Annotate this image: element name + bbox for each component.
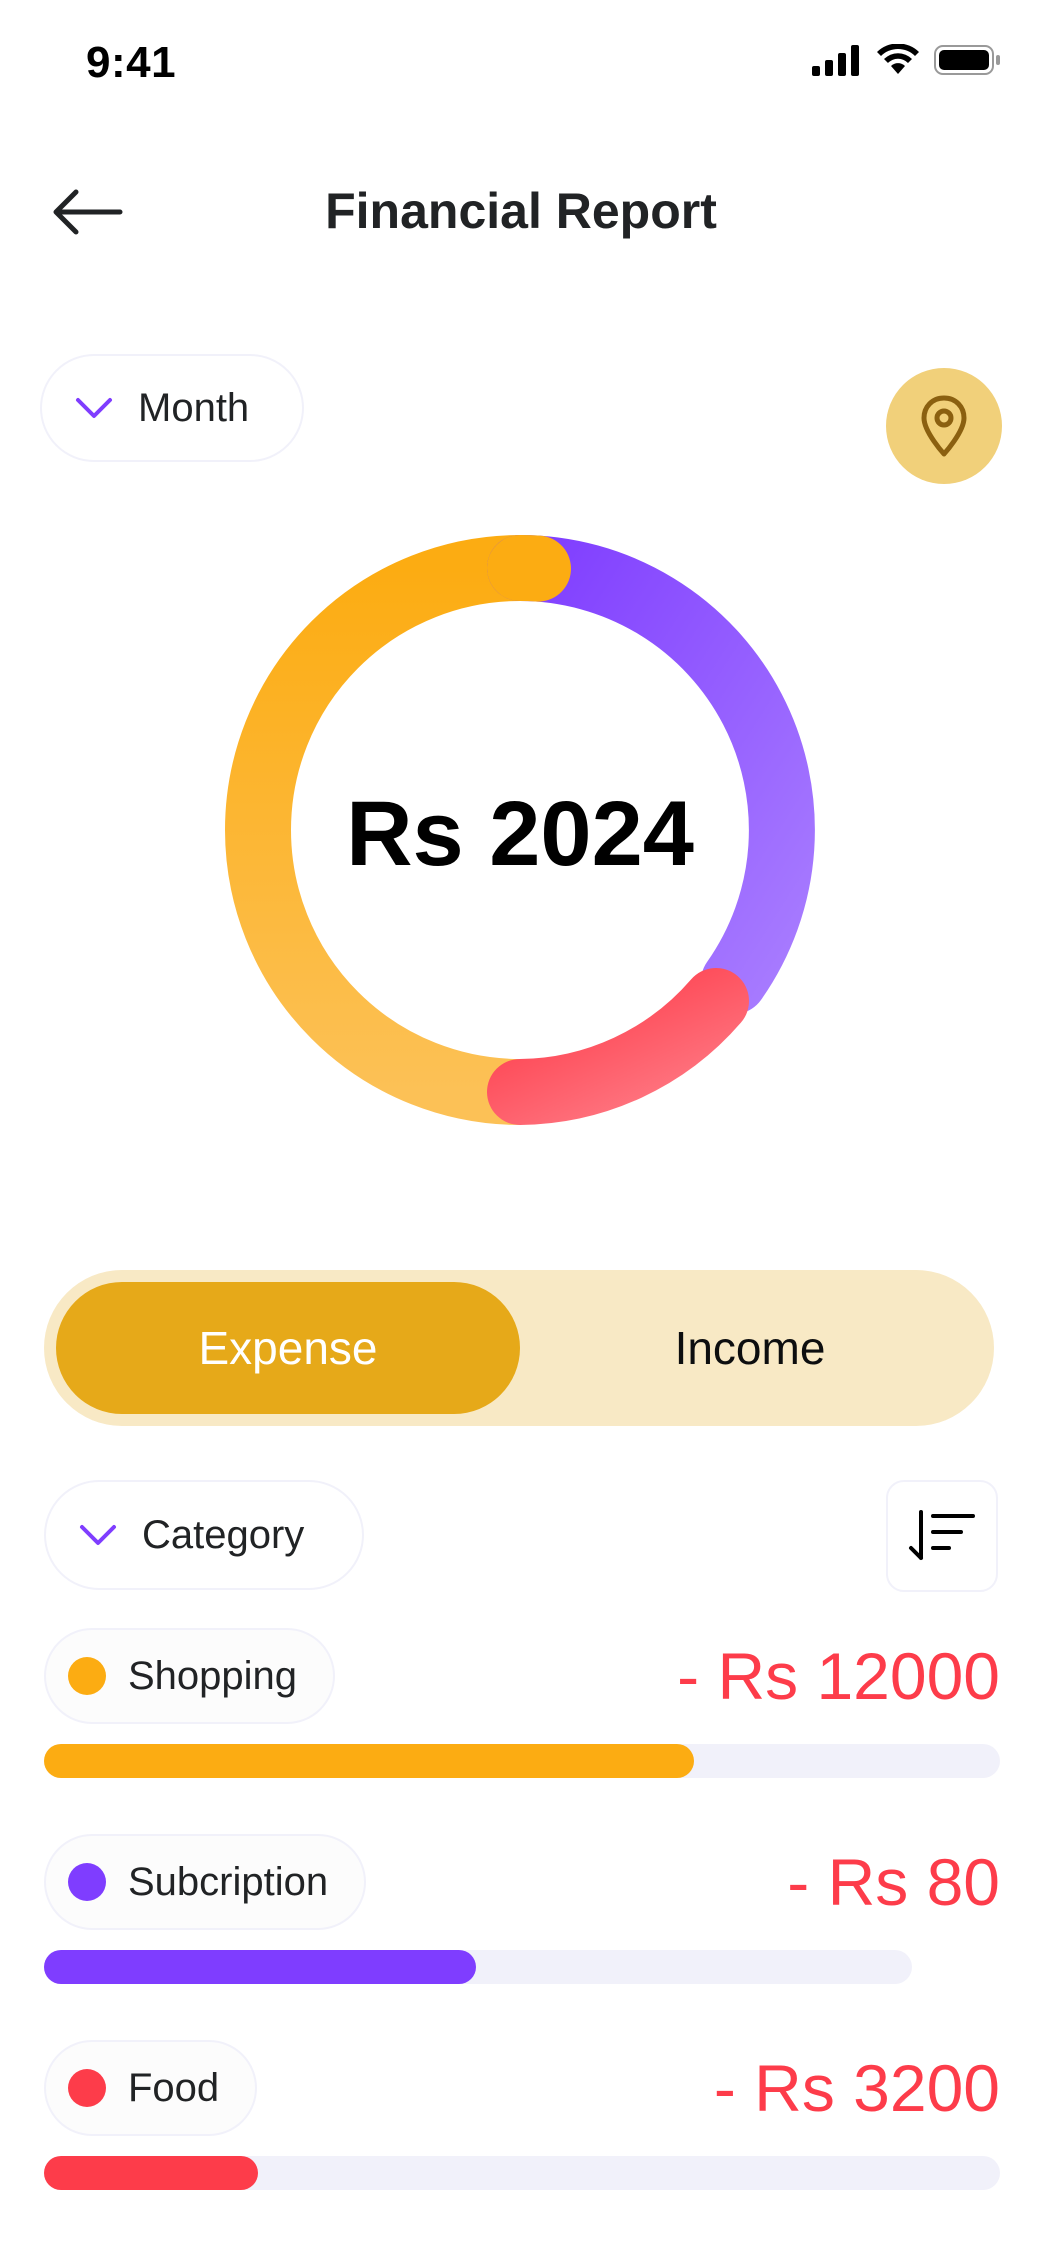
progress-fill-subscription: [44, 1950, 476, 1984]
expense-tab[interactable]: Expense: [56, 1282, 520, 1414]
category-dropdown[interactable]: Category: [44, 1480, 364, 1590]
category-dot-shopping: [68, 1657, 106, 1695]
income-tab[interactable]: Income: [518, 1282, 982, 1414]
category-dot-subscription: [68, 1863, 106, 1901]
page-title: Financial Report: [325, 183, 717, 239]
expense-income-toggle: Expense Income: [44, 1270, 994, 1426]
category-amount: - Rs 12000: [677, 1639, 1000, 1713]
header: Financial Report: [0, 160, 1042, 260]
battery-icon: [934, 45, 1000, 75]
donut-segment-subscription: [487, 535, 815, 1014]
category-name: Subcription: [128, 1859, 329, 1904]
progress-track: [44, 1744, 1000, 1778]
category-row-subscription[interactable]: Subcription - Rs 80: [44, 1834, 1000, 1984]
chevron-down-icon: [80, 1525, 116, 1545]
category-dot-food: [68, 2069, 106, 2107]
donut-cap-shopping: [487, 534, 571, 602]
progress-track: [44, 1950, 912, 1984]
donut-total: Rs 2024: [346, 783, 694, 885]
category-amount: - Rs 3200: [713, 2051, 1000, 2125]
location-pin-icon: [921, 395, 967, 457]
donut-segment-food: [487, 968, 749, 1125]
signal-icon: [812, 45, 859, 76]
status-bar: 9:41: [0, 0, 1042, 130]
status-icons: [812, 44, 1002, 76]
status-time: 9:41: [86, 38, 177, 87]
sort-icon: [909, 1510, 975, 1560]
category-row-food[interactable]: Food - Rs 3200: [44, 2040, 1000, 2190]
expense-donut-chart: Rs 2024: [220, 530, 820, 1130]
category-chip-shopping[interactable]: Shopping: [44, 1628, 336, 1724]
category-label: Category: [142, 1512, 305, 1557]
category-chip-food[interactable]: Food: [44, 2040, 258, 2136]
sort-button[interactable]: [886, 1480, 998, 1592]
category-name: Shopping: [128, 1653, 298, 1698]
progress-fill-shopping: [44, 1744, 694, 1778]
category-amount: - Rs 80: [787, 1845, 1000, 1919]
month-label: Month: [138, 385, 250, 430]
category-row-shopping[interactable]: Shopping - Rs 12000: [44, 1628, 1000, 1778]
category-name: Food: [128, 2065, 220, 2110]
location-button[interactable]: [886, 368, 1002, 484]
category-chip-subscription[interactable]: Subcription: [44, 1834, 367, 1930]
progress-track: [44, 2156, 1000, 2190]
progress-fill-food: [44, 2156, 258, 2190]
wifi-icon: [877, 44, 919, 74]
month-dropdown[interactable]: Month: [40, 354, 304, 462]
chevron-down-icon: [76, 398, 112, 418]
